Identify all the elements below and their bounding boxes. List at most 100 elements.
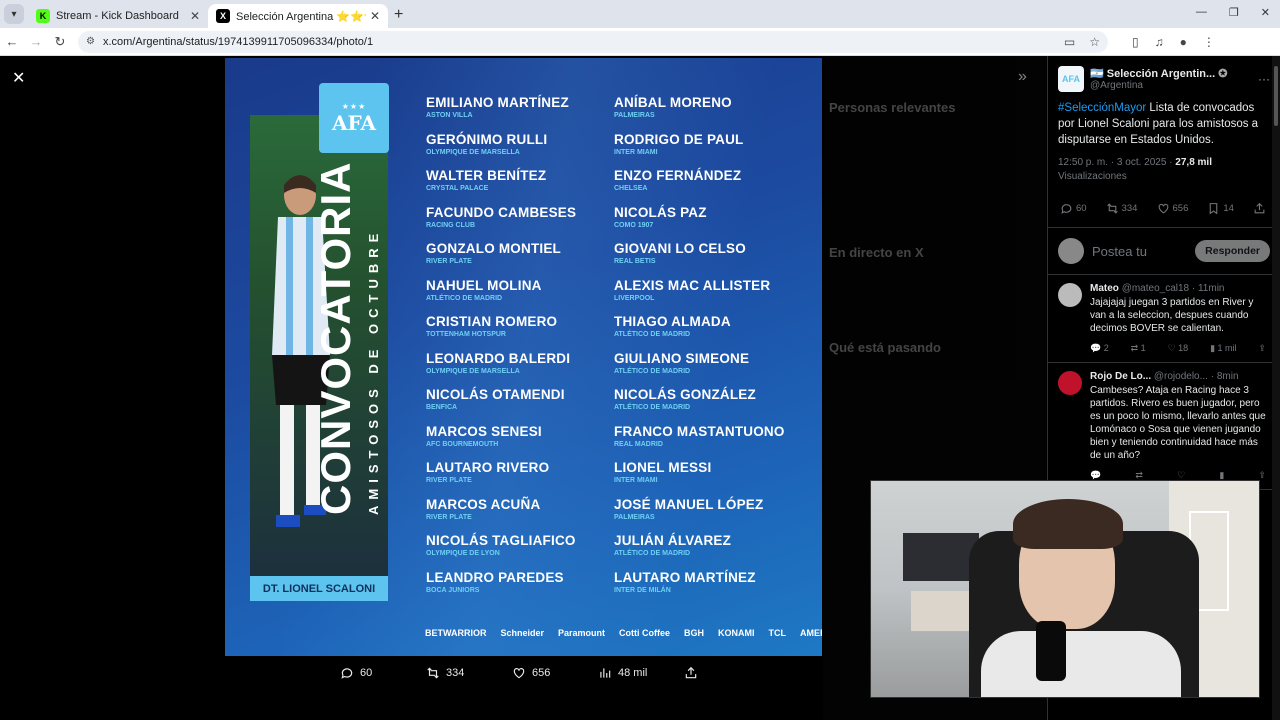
player-entry: GERÓNIMO RULLI OLYMPIQUE DE MARSELLA [426, 132, 614, 169]
forward-icon[interactable]: → [24, 34, 48, 49]
reading-mode-icon[interactable]: ▯ [1132, 35, 1139, 49]
tweet-text: #SelecciónMayor Lista de convocados por … [1048, 92, 1280, 148]
bookmark-icon [1210, 203, 1218, 215]
player-club: BENFICA [426, 404, 458, 411]
author-name[interactable]: Selección Argentin... [1107, 68, 1215, 80]
back-icon[interactable]: ← [0, 34, 24, 49]
relevant-people-heading: Personas relevantes [829, 100, 956, 115]
player-club: INTER MIAMI [614, 477, 658, 484]
more-options-icon[interactable]: ··· [1258, 72, 1270, 86]
cast-icon[interactable]: ▭ [1064, 35, 1075, 49]
player-entry: THIAGO ALMADA ATLÉTICO DE MADRID [614, 314, 802, 351]
player-club: TOTTENHAM HOTSPUR [426, 331, 506, 338]
tv [903, 533, 979, 581]
repost-button[interactable]: 334 [1106, 202, 1137, 215]
convocatoria-image[interactable]: CONVOCATORIA AMISTOSOS DE OCTUBRE ★★★ AF… [225, 58, 822, 656]
close-tab-icon[interactable]: ✕ [190, 9, 200, 23]
scrollbar[interactable] [1272, 56, 1280, 720]
reply-views-button[interactable]: ▮ 1 mil [1210, 343, 1236, 354]
reply-author[interactable]: Mateo [1090, 283, 1119, 294]
tab-search-button[interactable]: ▾ [4, 4, 24, 24]
tab-seleccion-argentina[interactable]: X Selección Argentina ⭐⭐⭐ ✕ [208, 4, 388, 28]
player-entry: ALEXIS MAC ALLISTER LIVERPOOL [614, 278, 802, 315]
player-club: BOCA JUNIORS [426, 586, 480, 594]
player-name: LIONEL MESSI [614, 460, 712, 475]
restore-icon[interactable]: ❐ [1229, 6, 1239, 19]
replies-list: Mateo @mateo_cal18 · 11min Jajajajaj jue… [1048, 275, 1280, 490]
reply-item[interactable]: Mateo @mateo_cal18 · 11min Jajajajaj jue… [1048, 275, 1280, 363]
views-label: Visualizaciones [1058, 171, 1127, 182]
reply-submit-button[interactable]: Responder [1195, 240, 1270, 262]
tweet-time[interactable]: 12:50 p. m. · 3 oct. 2025 · [1058, 157, 1175, 168]
like-button[interactable]: 656 [1157, 202, 1188, 215]
trending-heading: Qué está pasando [829, 340, 941, 355]
player-club: INTER MIAMI [614, 148, 658, 156]
author-handle[interactable]: @Argentina [1090, 80, 1227, 91]
close-window-icon[interactable]: ✕ [1261, 6, 1270, 19]
player-name: GIULIANO SIMEONE [614, 350, 750, 366]
player-club: CHELSEA [614, 185, 648, 192]
address-bar[interactable]: ⚙ x.com/Argentina/status/197413991170509… [78, 30, 1108, 53]
menu-icon[interactable]: ⋮ [1203, 35, 1215, 49]
views-count: 48 mil [618, 667, 648, 679]
reply-actions: 💬 2 ⇄ 1 ♡ 18 ▮ 1 mil ⇪ [1090, 343, 1270, 354]
sponsor-logo: BGH [684, 628, 705, 638]
player-name: NICOLÁS GONZÁLEZ [614, 387, 756, 402]
new-tab-button[interactable]: + [394, 6, 403, 24]
reply-reply-button[interactable]: 💬 2 [1090, 343, 1109, 354]
reply-item[interactable]: Rojo De Lo... @rojodelo... · 8min Cambes… [1048, 363, 1280, 490]
player-entry: NICOLÁS PAZ COMO 1907 [614, 205, 802, 242]
player-club: REAL MADRID [614, 440, 663, 448]
share-button[interactable] [1253, 202, 1266, 215]
player-name: FACUNDO CAMBESES [426, 204, 577, 220]
window-controls: — ❐ ✕ [1196, 6, 1270, 19]
player-entry: ANÍBAL MORENO PALMEIRAS [614, 95, 802, 132]
reload-icon[interactable]: ↻ [48, 34, 72, 50]
reply-share-button[interactable]: ⇪ [1258, 343, 1266, 354]
verified-icon: ✪ [1218, 68, 1228, 80]
avatar[interactable] [1058, 283, 1082, 307]
like-button[interactable]: 656 [512, 666, 598, 680]
bookmark-star-icon[interactable]: ☆ [1089, 35, 1100, 49]
player-club: INTER DE MILÁN [614, 586, 671, 594]
player-club: RACING CLUB [426, 221, 475, 229]
afa-badge: ★★★ AFA [319, 83, 389, 153]
sponsor-logo: Cotti Coffee [619, 628, 671, 638]
reply-author[interactable]: Rojo De Lo... [1090, 371, 1151, 382]
kick-icon: K [36, 9, 50, 23]
hashtag-link[interactable]: #SelecciónMayor [1058, 102, 1146, 114]
close-tab-icon[interactable]: ✕ [370, 9, 380, 23]
player-club: LIVERPOOL [614, 294, 655, 302]
views-button[interactable]: 48 mil [598, 666, 684, 680]
share-button[interactable] [684, 666, 770, 680]
player-name: LAUTARO RIVERO [426, 460, 550, 475]
reply-button[interactable]: 60 [340, 666, 426, 680]
profile-icon[interactable]: ● [1180, 35, 1187, 49]
afa-logo: AFA [331, 110, 377, 135]
tab-kick-dashboard[interactable]: K Stream - Kick Dashboard ✕ [28, 4, 208, 28]
player-name: ALEXIS MAC ALLISTER [614, 277, 771, 293]
avatar[interactable]: AFA [1058, 66, 1084, 92]
minimize-icon[interactable]: — [1196, 6, 1207, 19]
scrollbar-thumb[interactable] [1274, 66, 1278, 126]
reply-like-button[interactable]: ♡ 18 [1168, 343, 1189, 354]
repost-button[interactable]: 334 [426, 666, 512, 680]
heart-icon [1158, 203, 1168, 214]
reply-handle: @rojodelo... · 8min [1153, 371, 1239, 382]
media-controls-icon[interactable]: ♫ [1155, 35, 1164, 49]
player-name: GONZALO MONTIEL [426, 241, 561, 256]
player-entry: LEONARDO BALERDI OLYMPIQUE DE MARSELLA [426, 351, 614, 388]
reply-input[interactable]: Postea tu [1092, 244, 1195, 259]
sponsor-logo: TCL [768, 628, 787, 638]
player-entry: LAUTARO RIVERO RIVER PLATE [426, 460, 614, 497]
avatar[interactable] [1058, 371, 1082, 395]
player-club: PALMEIRAS [614, 112, 655, 119]
reply-button[interactable]: 60 [1060, 202, 1087, 215]
reply-repost-button[interactable]: ⇄ 1 [1131, 343, 1146, 354]
player-name: NAHUEL MOLINA [426, 277, 542, 293]
heart-icon [513, 668, 525, 679]
close-icon[interactable]: ✕ [12, 68, 25, 88]
site-info-icon[interactable]: ⚙ [86, 36, 95, 47]
bookmark-button[interactable]: 14 [1207, 202, 1234, 215]
player-entry: LIONEL MESSI INTER MIAMI [614, 460, 802, 497]
